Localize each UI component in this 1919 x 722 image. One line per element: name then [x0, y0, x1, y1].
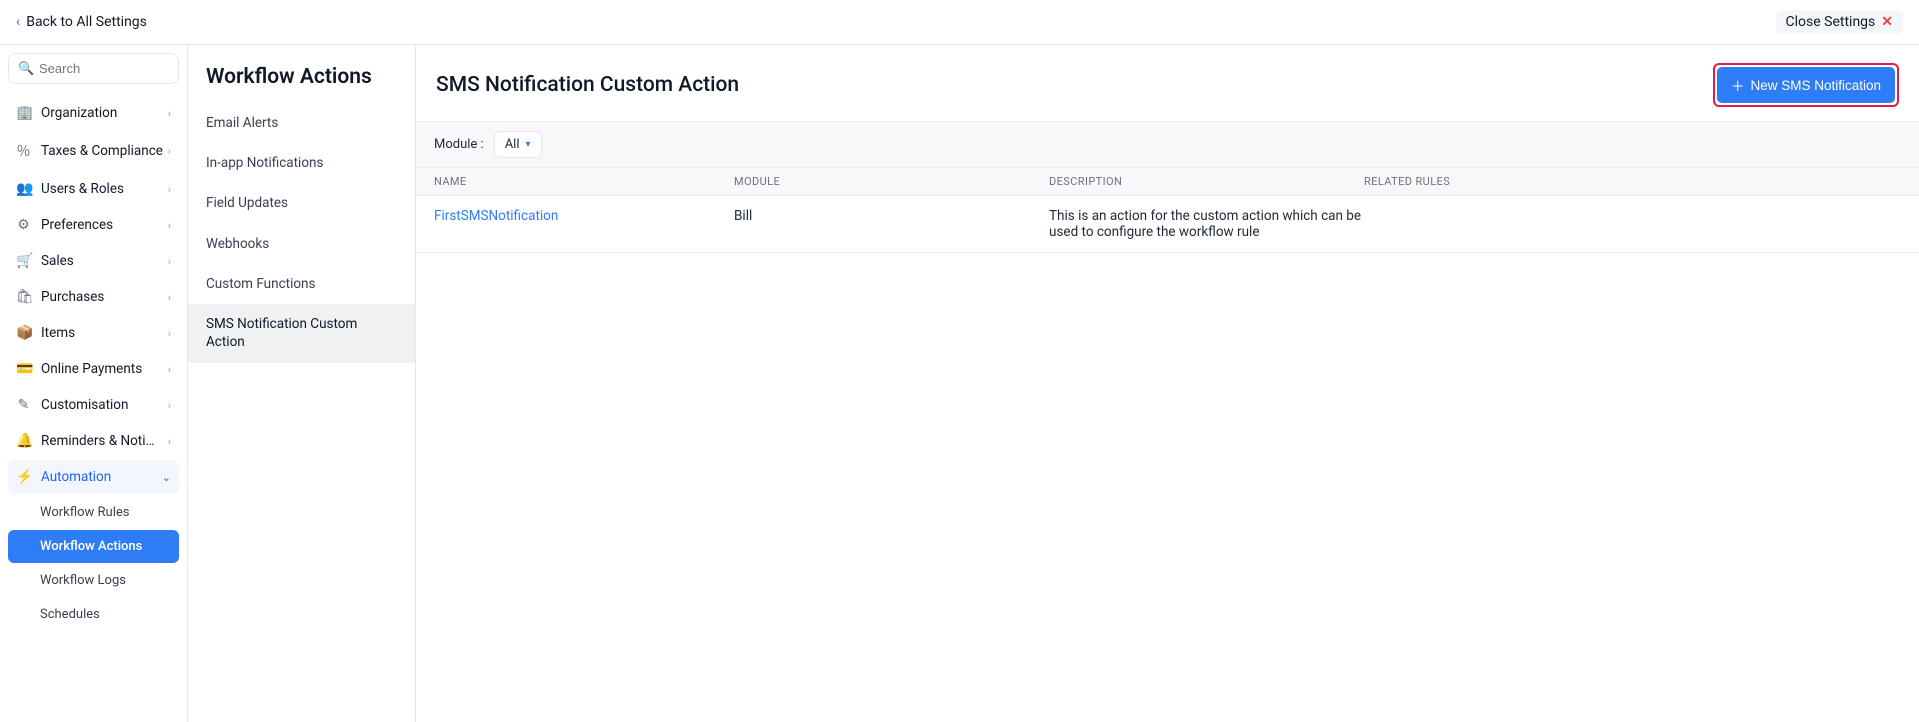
actions-table: NAME MODULE DESCRIPTION RELATED RULES Fi…: [416, 168, 1919, 253]
sidebar-item-organization[interactable]: 🏢 Organization ›: [8, 96, 179, 130]
chevron-left-icon: ‹: [16, 14, 20, 30]
close-icon: ✕: [1881, 14, 1893, 30]
users-icon: 👥: [16, 181, 31, 197]
sidebar-item-customisation[interactable]: ✎ Customisation ›: [8, 388, 179, 422]
plus-icon: ＋: [1731, 75, 1745, 95]
chevron-right-icon: ›: [168, 219, 171, 232]
close-settings-label: Close Settings: [1786, 14, 1876, 30]
col-header-description: DESCRIPTION: [1049, 175, 1364, 188]
settings-sidebar: 🔍 🏢Organization › ％Taxes & Compliance › …: [0, 45, 188, 722]
chevron-right-icon: ›: [168, 145, 171, 158]
back-label: Back to All Settings: [26, 14, 147, 30]
chevron-right-icon: ›: [168, 363, 171, 376]
chevron-right-icon: ›: [168, 183, 171, 196]
search-icon: 🔍: [18, 61, 34, 76]
col-header-related: RELATED RULES: [1364, 175, 1901, 188]
building-icon: 🏢: [16, 105, 31, 121]
sidebar-item-online-payments[interactable]: 💳 Online Payments ›: [8, 352, 179, 386]
sidebar-item-label: Items: [41, 325, 75, 341]
subnav-workflow-logs[interactable]: Workflow Logs: [8, 564, 179, 597]
main-header: SMS Notification Custom Action ＋ New SMS…: [416, 45, 1919, 121]
row-description: This is an action for the custom action …: [1049, 208, 1364, 240]
row-module: Bill: [734, 208, 1049, 224]
mid-item-webhooks[interactable]: Webhooks: [188, 224, 415, 264]
workflow-actions-panel: Workflow Actions Email Alerts In-app Not…: [188, 45, 416, 722]
subnav-schedules[interactable]: Schedules: [8, 598, 179, 631]
sidebar-item-label: Online Payments: [41, 361, 142, 377]
sidebar-item-items[interactable]: 📦 Items ›: [8, 316, 179, 350]
table-row[interactable]: FirstSMSNotification Bill This is an act…: [416, 196, 1919, 253]
module-filter-select[interactable]: All ▾: [494, 131, 542, 158]
sidebar-item-label: Taxes & Compliance: [41, 143, 163, 159]
new-button-highlight: ＋ New SMS Notification: [1713, 63, 1899, 107]
chevron-right-icon: ›: [168, 327, 171, 340]
sidebar-item-label: Reminders & Notifica…: [41, 433, 156, 449]
new-button-label: New SMS Notification: [1750, 78, 1881, 93]
col-header-name: NAME: [434, 175, 734, 188]
sidebar-item-users[interactable]: 👥 Users & Roles ›: [8, 172, 179, 206]
bolt-icon: ⚡: [16, 469, 31, 485]
sidebar-item-label: Customisation: [41, 397, 128, 413]
subnav-workflow-actions[interactable]: Workflow Actions: [8, 530, 179, 563]
bell-icon: 🔔: [16, 433, 31, 449]
automation-subnav: Workflow Rules Workflow Actions Workflow…: [8, 496, 179, 631]
subnav-workflow-rules[interactable]: Workflow Rules: [8, 496, 179, 529]
tax-icon: ％: [16, 141, 31, 161]
sidebar-item-sales[interactable]: 🛒 Sales ›: [8, 244, 179, 278]
midbar-list: Email Alerts In-app Notifications Field …: [188, 103, 415, 363]
chevron-right-icon: ›: [168, 435, 171, 448]
card-icon: 💳: [16, 361, 31, 377]
sidebar-item-label: Users & Roles: [41, 181, 124, 197]
sidebar-item-label: Preferences: [41, 217, 113, 233]
main-content: SMS Notification Custom Action ＋ New SMS…: [416, 45, 1919, 722]
sidebar-item-reminders[interactable]: 🔔 Reminders & Notifica… ›: [8, 424, 179, 458]
sidebar-item-label: Purchases: [41, 289, 104, 305]
box-icon: 📦: [16, 325, 31, 341]
sliders-icon: ⚙: [16, 217, 31, 233]
filter-selected-value: All: [505, 137, 520, 152]
chevron-right-icon: ›: [168, 399, 171, 412]
mid-item-custom-functions[interactable]: Custom Functions: [188, 264, 415, 304]
filter-bar: Module : All ▾: [416, 121, 1919, 168]
sidebar-item-purchases[interactable]: 🛍 Purchases ›: [8, 280, 179, 314]
mid-item-inapp-notifications[interactable]: In-app Notifications: [188, 143, 415, 183]
chevron-down-icon: ⌄: [162, 471, 171, 484]
mid-item-field-updates[interactable]: Field Updates: [188, 183, 415, 223]
mid-item-email-alerts[interactable]: Email Alerts: [188, 103, 415, 143]
bag-icon: 🛍: [16, 289, 31, 305]
midbar-title: Workflow Actions: [188, 61, 415, 103]
sidebar-item-automation[interactable]: ⚡ Automation ⌄: [8, 460, 179, 494]
page-title: SMS Notification Custom Action: [436, 73, 739, 97]
col-header-module: MODULE: [734, 175, 1049, 188]
sidebar-item-taxes[interactable]: ％ Taxes & Compliance ›: [8, 132, 179, 170]
sidebar-item-preferences[interactable]: ⚙ Preferences ›: [8, 208, 179, 242]
close-settings-button[interactable]: Close Settings ✕: [1776, 10, 1903, 34]
mid-item-sms-notification[interactable]: SMS Notification Custom Action: [188, 304, 415, 362]
new-sms-notification-button[interactable]: ＋ New SMS Notification: [1717, 67, 1895, 103]
back-to-settings-link[interactable]: ‹ Back to All Settings: [16, 14, 147, 30]
chevron-right-icon: ›: [168, 255, 171, 268]
chevron-down-icon: ▾: [526, 139, 531, 150]
cart-icon: 🛒: [16, 253, 31, 269]
pencil-icon: ✎: [16, 397, 31, 413]
search-wrap: 🔍: [8, 53, 179, 84]
filter-label: Module :: [434, 137, 484, 152]
sidebar-item-label: Organization: [41, 105, 117, 121]
layout: 🔍 🏢Organization › ％Taxes & Compliance › …: [0, 45, 1919, 722]
chevron-right-icon: ›: [168, 107, 171, 120]
table-header: NAME MODULE DESCRIPTION RELATED RULES: [416, 168, 1919, 196]
sidebar-item-label: Sales: [41, 253, 74, 269]
row-name-link[interactable]: FirstSMSNotification: [434, 208, 558, 224]
topbar: ‹ Back to All Settings Close Settings ✕: [0, 0, 1919, 45]
chevron-right-icon: ›: [168, 291, 171, 304]
sidebar-item-label: Automation: [41, 469, 111, 485]
